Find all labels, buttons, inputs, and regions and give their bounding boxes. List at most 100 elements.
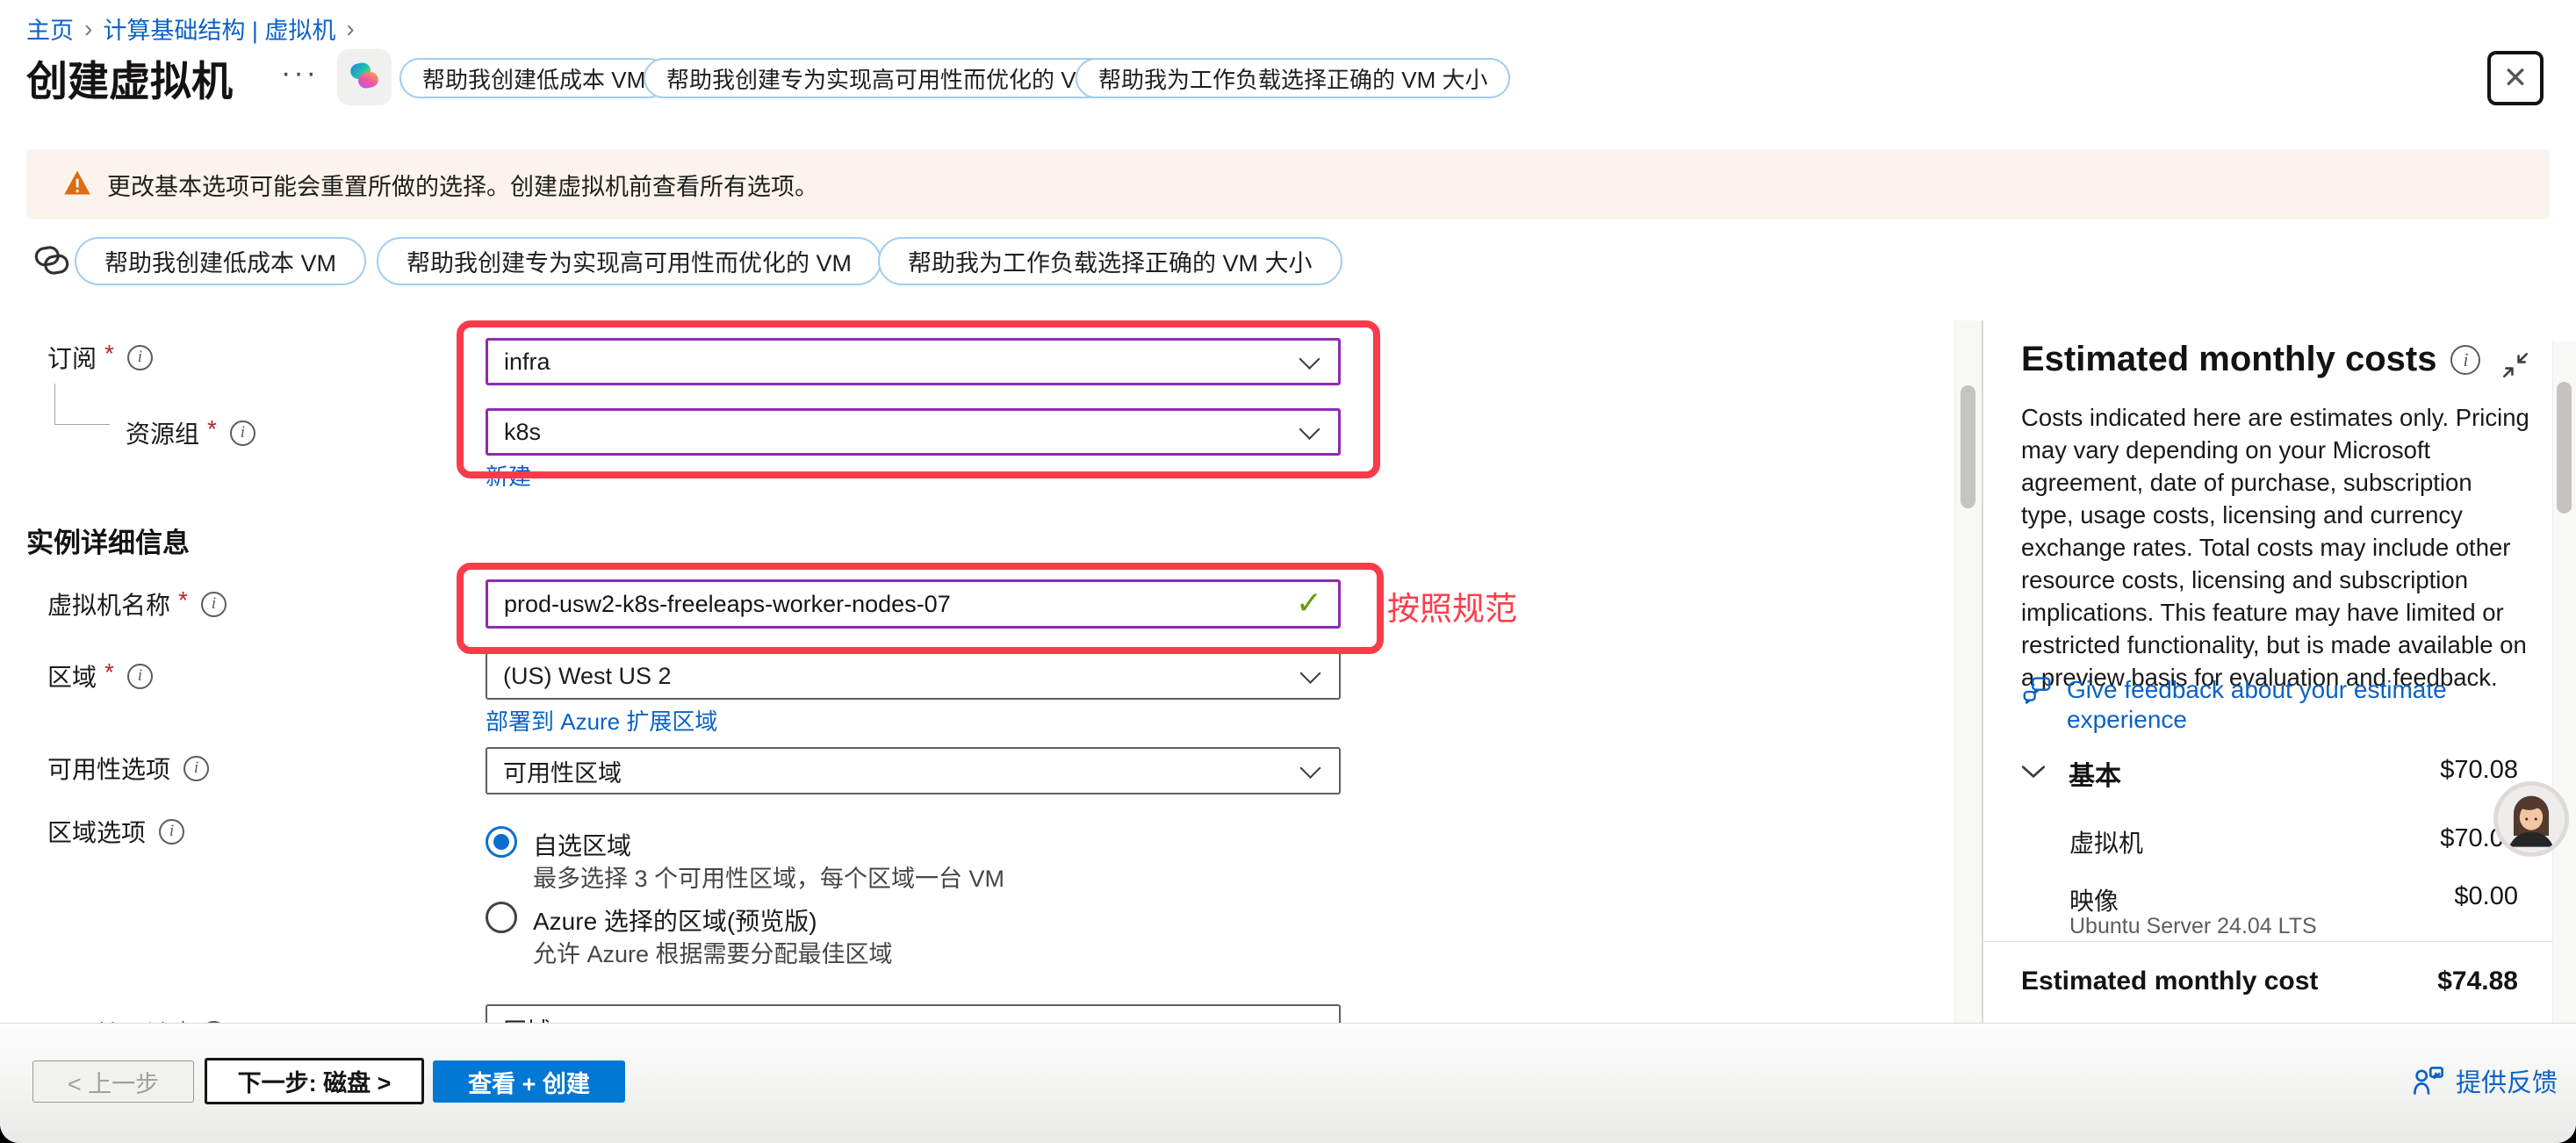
info-icon[interactable]: i <box>183 756 209 781</box>
zone-options-label: 区域选项 <box>47 814 146 849</box>
subscription-value: infra <box>504 349 550 376</box>
cost-panel-title-row: Estimated monthly costs i <box>2021 340 2480 379</box>
previous-button[interactable]: < 上一步 <box>32 1060 194 1103</box>
form-scrollbar-track[interactable] <box>1954 320 1982 1023</box>
radio-self-selected-zone-desc: 最多选择 3 个可用性区域，每个区域一台 VM <box>533 859 1004 894</box>
more-actions-icon[interactable]: ··· <box>281 56 319 90</box>
person-feedback-icon <box>2412 1065 2445 1096</box>
cost-group-amount: $70.08 <box>2440 756 2518 785</box>
valid-checkmark-icon: ✓ <box>1296 585 1322 622</box>
cost-panel-title: Estimated monthly costs <box>2021 340 2436 379</box>
instance-details-heading: 实例详细信息 <box>26 521 190 560</box>
form-scrollbar-thumb[interactable] <box>1961 385 1975 508</box>
warning-icon <box>63 169 91 200</box>
region-label: 区域 <box>47 658 97 694</box>
chevron-down-icon <box>1299 663 1320 684</box>
availability-options-select[interactable]: 可用性区域 <box>486 747 1341 794</box>
copilot-icon <box>346 57 383 98</box>
subscription-select[interactable]: infra <box>486 338 1341 385</box>
chevron-down-icon <box>1299 419 1320 440</box>
subscription-label-row: 订阅 * i <box>47 340 153 375</box>
footer-bar: < 上一步 下一步: 磁盘 > 查看 + 创建 提供反馈 <box>0 1023 2576 1143</box>
chevron-down-icon <box>1299 349 1320 370</box>
info-icon[interactable]: i <box>2450 345 2480 375</box>
panel-scrollbar-thumb[interactable] <box>2557 382 2572 514</box>
vm-name-value: prod-usw2-k8s-freeleaps-worker-nodes-07 <box>504 591 951 618</box>
panel-scrollbar-track[interactable] <box>2552 341 2576 1023</box>
warning-banner: 更改基本选项可能会重置所做的选择。创建虚拟机前查看所有选项。 <box>26 149 2550 219</box>
availability-zone-label: 可用性区域 <box>47 1016 170 1023</box>
radio-self-selected-zone-label[interactable]: 自选区域 <box>533 827 631 862</box>
collapse-panel-icon[interactable] <box>2500 350 2530 385</box>
feedback-label: 提供反馈 <box>2456 1062 2558 1099</box>
divider <box>1983 941 2553 942</box>
required-asterisk: * <box>104 340 114 368</box>
feedback-bubbles-icon <box>2021 675 2053 735</box>
info-icon[interactable]: i <box>159 819 184 845</box>
cost-feedback-text: Give feedback about your estimate experi… <box>2067 675 2488 735</box>
cost-feedback-link[interactable]: Give feedback about your estimate experi… <box>2021 675 2488 735</box>
chevron-down-icon <box>1299 1016 1320 1023</box>
required-asterisk: * <box>178 1016 188 1023</box>
radio-self-selected-zone[interactable] <box>486 826 517 858</box>
suggestion-low-cost-vm[interactable]: 帮助我创建低成本 VM <box>75 237 366 285</box>
radio-azure-selected-zone[interactable] <box>486 902 517 933</box>
resource-group-label: 资源组 <box>126 415 199 450</box>
avatar[interactable] <box>2498 786 2565 852</box>
required-asterisk: * <box>207 415 217 443</box>
copilot-outline-icon <box>30 241 74 285</box>
zone-options-label-row: 区域选项 i <box>47 814 184 849</box>
review-create-button[interactable]: 查看 + 创建 <box>433 1060 625 1103</box>
suggestion-right-vm-size[interactable]: 帮助我为工作负载选择正确的 VM 大小 <box>878 237 1342 285</box>
close-button[interactable]: ✕ <box>2487 51 2544 105</box>
vm-name-label-row: 虚拟机名称 * i <box>47 586 227 622</box>
availability-zone-label-row: 可用性区域 * i <box>47 1016 227 1023</box>
cost-item-name: 虚拟机 <box>2069 824 2143 859</box>
suggestion-right-vm-size[interactable]: 帮助我为工作负载选择正确的 VM 大小 <box>1076 58 1510 98</box>
info-icon[interactable]: i <box>230 421 255 446</box>
cost-group-row[interactable]: 基本 <box>2021 754 2121 793</box>
availability-options-label-row: 可用性选项 i <box>47 751 209 786</box>
cost-item-amount: $0.00 <box>2454 882 2518 911</box>
breadcrumb: 主页 › 计算基础结构 | 虚拟机 › <box>26 11 355 46</box>
breadcrumb-home[interactable]: 主页 <box>26 11 74 46</box>
warning-text: 更改基本选项可能会重置所做的选择。创建虚拟机前查看所有选项。 <box>107 168 818 202</box>
region-value: (US) West US 2 <box>503 663 672 690</box>
region-select[interactable]: (US) West US 2 <box>486 652 1341 700</box>
cost-item-name: 映像 <box>2069 882 2119 917</box>
estimated-costs-panel: Estimated monthly costs i Costs indicate… <box>1982 320 2576 1023</box>
suggestion-high-availability-vm[interactable]: 帮助我创建专为实现高可用性而优化的 VM <box>644 58 1118 98</box>
cost-total-label: Estimated monthly cost <box>2021 967 2318 996</box>
basics-tab-content: 订阅 * i infra 资源组 * i k8s 新建 实例详细信息 虚拟机名称… <box>0 320 2576 1023</box>
breadcrumb-virtual-machines[interactable]: 计算基础结构 | 虚拟机 <box>103 11 335 46</box>
copilot-button[interactable] <box>337 49 392 105</box>
cost-group-name: 基本 <box>2069 754 2121 793</box>
page-title: 创建虚拟机 <box>26 47 233 108</box>
availability-options-value: 可用性区域 <box>503 754 622 788</box>
cost-total-amount: $74.88 <box>2437 967 2518 996</box>
annotation-text: 按照规范 <box>1387 582 1517 629</box>
info-icon[interactable]: i <box>201 592 227 617</box>
chevron-down-icon <box>1299 758 1320 779</box>
info-icon[interactable]: i <box>127 664 153 689</box>
subscription-label: 订阅 <box>47 340 97 375</box>
radio-azure-selected-zone-label[interactable]: Azure 选择的区域(预览版) <box>533 902 817 938</box>
availability-zone-select[interactable]: 区域 1 <box>486 1004 1341 1023</box>
close-icon: ✕ <box>2503 61 2529 96</box>
cost-item-note: Ubuntu Server 24.04 LTS <box>2069 914 2317 939</box>
required-asterisk: * <box>178 586 188 615</box>
info-icon[interactable]: i <box>127 345 153 370</box>
region-label-row: 区域 * i <box>47 658 153 694</box>
vm-name-input[interactable]: prod-usw2-k8s-freeleaps-worker-nodes-07 … <box>486 579 1341 629</box>
create-new-resource-group-link[interactable]: 新建 <box>486 459 531 492</box>
next-disks-button[interactable]: 下一步: 磁盘 > <box>205 1058 424 1104</box>
availability-zone-value: 区域 1 <box>503 1012 571 1024</box>
suggestion-high-availability-vm[interactable]: 帮助我创建专为实现高可用性而优化的 VM <box>377 237 881 285</box>
breadcrumb-chevron-icon: › <box>346 15 354 43</box>
suggestion-low-cost-vm[interactable]: 帮助我创建低成本 VM <box>399 58 668 98</box>
deploy-extended-zones-link[interactable]: 部署到 Azure 扩展区域 <box>486 704 717 737</box>
resource-group-label-row: 资源组 * i <box>126 415 255 450</box>
feedback-link[interactable]: 提供反馈 <box>2412 1062 2558 1099</box>
resource-group-select[interactable]: k8s <box>486 408 1341 456</box>
resource-group-value: k8s <box>504 419 541 446</box>
